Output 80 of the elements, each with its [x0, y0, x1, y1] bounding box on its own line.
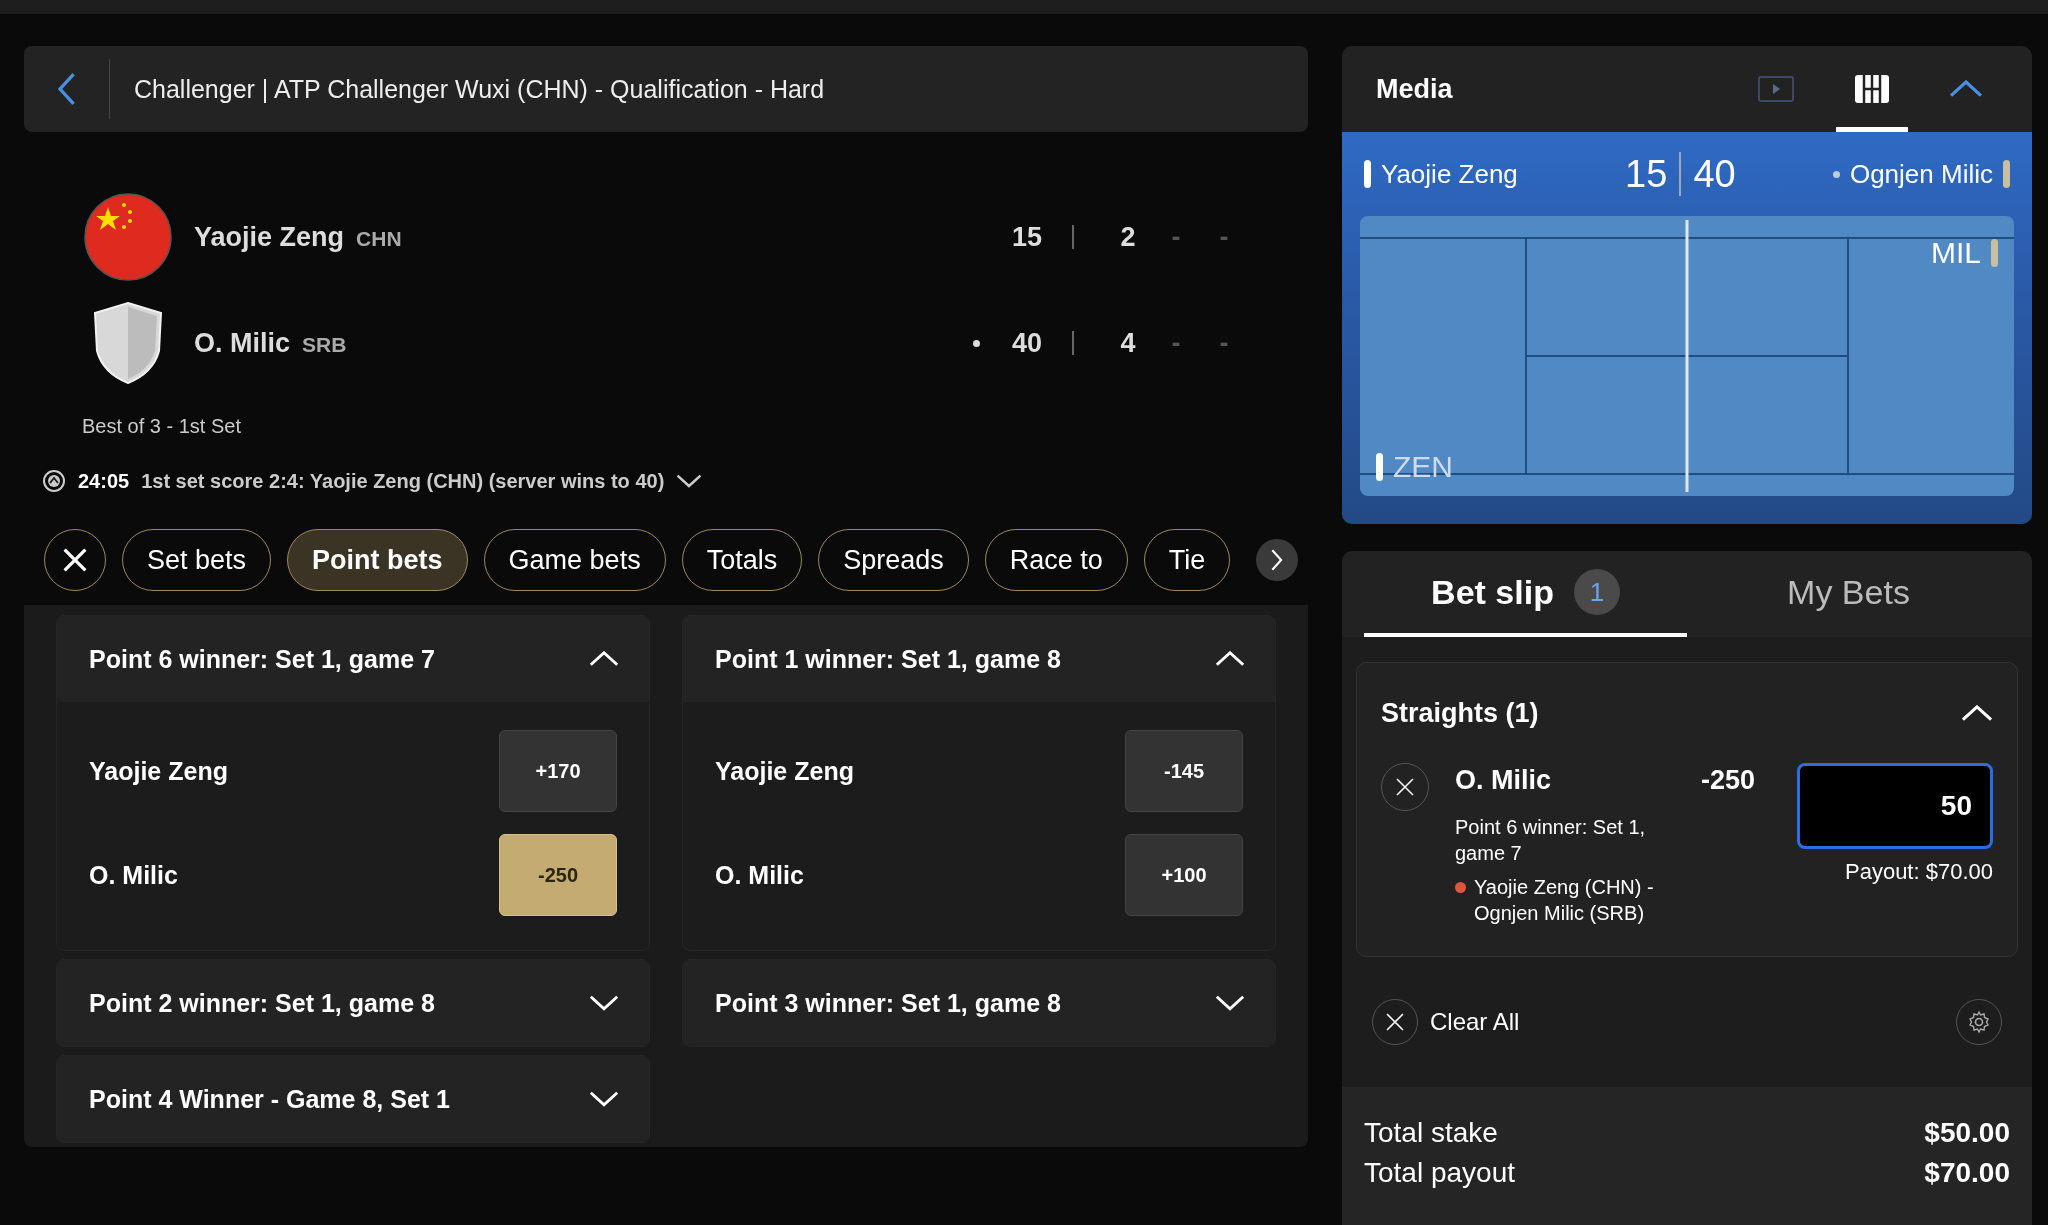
court-view-icon: [1854, 74, 1890, 104]
outcome-name: Yaojie Zeng: [715, 756, 854, 786]
player-name: O. Milic: [194, 327, 291, 359]
chevron-icon: [589, 995, 619, 1011]
close-icon: [62, 547, 88, 573]
player-name: Ognjen Milic: [1849, 158, 1993, 190]
points-score: 15: [1625, 152, 1668, 196]
market-header[interactable]: Point 2 winner: Set 1, game 8: [57, 960, 649, 1046]
player-code: MIL: [1931, 236, 1981, 270]
country-code: CHN: [356, 227, 402, 251]
filter-chip[interactable]: Game bets: [483, 529, 666, 591]
clear-all-button[interactable]: Clear All: [1430, 1008, 1944, 1036]
filter-chip[interactable]: Totals: [681, 529, 803, 591]
bet-market: Point 6 winner: Set 1, game 7: [1455, 815, 1647, 866]
chevron-icon: [589, 1091, 619, 1107]
chevron-icon: [1215, 651, 1245, 667]
settings-icon: [1967, 1010, 1991, 1034]
player-name: Yaojie Zeng: [1381, 158, 1518, 190]
chevron-icon: [1215, 995, 1245, 1011]
outcome-name: Yaojie Zeng: [89, 756, 228, 786]
close-icon: [1385, 1012, 1405, 1032]
outcome-name: O. Milic: [715, 860, 804, 890]
total-value: $70.00: [1924, 1157, 2010, 1189]
odds-button[interactable]: -250: [499, 834, 617, 916]
back-icon: [57, 72, 76, 106]
market-header[interactable]: Point 1 winner: Set 1, game 8: [683, 616, 1275, 702]
player-code: ZEN: [1393, 450, 1453, 484]
shield-icon: [93, 301, 163, 385]
filter-chip[interactable]: Set bets: [122, 529, 272, 591]
live-icon: [42, 469, 66, 493]
payout-text: Payout: $70.00: [1845, 859, 1993, 885]
expand-button[interactable]: [676, 474, 703, 488]
total-label: Total payout: [1364, 1157, 1515, 1189]
player-name: Yaojie Zeng: [194, 221, 345, 253]
stake-input[interactable]: 50: [1797, 763, 1993, 849]
country-code: SRB: [302, 333, 347, 357]
points-score: 40: [1693, 152, 1736, 196]
filter-chip[interactable]: Point bets: [287, 529, 468, 591]
player-marker: [1991, 239, 1998, 267]
market-header[interactable]: Point 3 winner: Set 1, game 8: [683, 960, 1275, 1046]
odds-button[interactable]: -145: [1125, 730, 1243, 812]
close-icon: [1395, 777, 1415, 797]
filter-chip[interactable]: Tie: [1143, 529, 1231, 591]
filter-chip[interactable]: Race to: [984, 529, 1128, 591]
outcome-name: O. Milic: [89, 860, 178, 890]
player-marker: [1376, 453, 1383, 481]
market-header[interactable]: Point 4 Winner - Game 8, Set 1: [57, 1056, 649, 1142]
match-format: Best of 3 - 1st Set: [82, 415, 242, 438]
odds-button[interactable]: +170: [499, 730, 617, 812]
set-score: 2: [1119, 221, 1137, 253]
scroll-right-button[interactable]: [1256, 539, 1298, 581]
market-header[interactable]: Point 6 winner: Set 1, game 7: [57, 616, 649, 702]
set-score: -: [1170, 221, 1182, 253]
odds-button[interactable]: +100: [1125, 834, 1243, 916]
points-score: 40: [1010, 327, 1042, 359]
count-badge: 1: [1573, 569, 1620, 615]
chevron-icon: [1961, 704, 1993, 722]
chevron-icon: [676, 474, 703, 488]
video-icon: [1758, 76, 1794, 102]
flag-icon: [84, 193, 172, 281]
set-score: 4: [1119, 327, 1137, 359]
filter-chip[interactable]: Spreads: [818, 529, 969, 591]
group-header[interactable]: Straights (1): [1381, 663, 1993, 763]
event-title: Challenger | ATP Challenger Wuxi (CHN) - Qualification - Hard: [134, 74, 825, 104]
match-time: 24:05: [78, 469, 130, 493]
total-label: Total stake: [1364, 1117, 1498, 1149]
bet-odds: -250: [1701, 765, 1757, 796]
total-value: $50.00: [1924, 1117, 2010, 1149]
set-score: -: [1218, 221, 1230, 253]
media-title: Media: [1376, 73, 1454, 105]
bet-selection: O. Milic: [1455, 765, 1553, 796]
chevron-icon: [1271, 549, 1283, 571]
event-name: Yaojie Zeng (CHN) - Ognjen Milic (SRB): [1474, 875, 1655, 926]
set-score: -: [1218, 327, 1230, 359]
chevron-icon: [1949, 80, 1983, 98]
points-score: 15: [1010, 221, 1042, 253]
slip-tab[interactable]: My Bets: [1687, 551, 2010, 637]
set-score: -: [1170, 327, 1182, 359]
match-status: 1st set score 2:4: Yaojie Zeng (CHN) (server wins to 40): [141, 469, 665, 493]
chevron-icon: [589, 651, 619, 667]
